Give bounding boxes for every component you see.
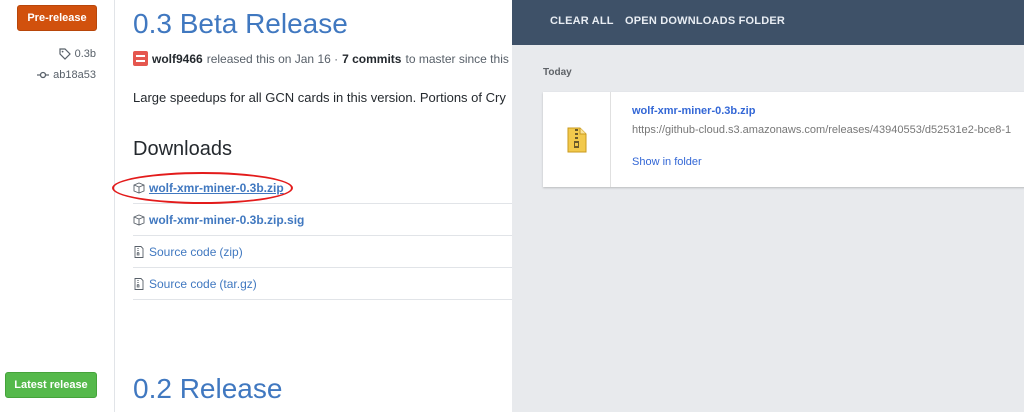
commit-link[interactable]: ab18a53 [37,69,96,81]
downloads-toolbar: CLEAR ALL OPEN DOWNLOADS FOLDER [512,0,1024,45]
package-icon [133,214,145,225]
author-link[interactable]: wolf9466 [152,52,203,66]
download-item[interactable]: Source code (zip) [133,236,512,268]
open-downloads-folder-button[interactable]: OPEN DOWNLOADS FOLDER [625,15,785,27]
pre-release-badge[interactable]: Pre-release [17,5,97,31]
source-format: (tar.gz) [219,276,257,291]
commit-hash: ab18a53 [53,69,96,81]
downloads-list: wolf-xmr-miner-0.3b.zip wolf-xmr-miner-0… [133,172,512,300]
release-sidebar: Pre-release 0.3b ab18a53 Latest release [0,0,115,412]
date-group-label: Today [543,67,572,78]
commit-icon [37,69,50,81]
download-link[interactable]: wolf-xmr-miner-0.3b.zip.sig [149,213,304,227]
clear-all-button[interactable]: CLEAR ALL [550,15,614,27]
downloaded-file-name[interactable]: wolf-xmr-miner-0.3b.zip [632,105,755,117]
source-format: (zip) [219,244,243,259]
download-item[interactable]: wolf-xmr-miner-0.3b.zip.sig [133,204,512,236]
zip-archive-icon [543,92,611,187]
source-code-link[interactable]: Source code [149,277,216,291]
latest-release-badge[interactable]: Latest release [5,372,97,398]
tag-icon [58,48,71,60]
download-card: wolf-xmr-miner-0.3b.zip https://github-c… [543,92,1024,187]
browser-downloads-page: CLEAR ALL OPEN DOWNLOADS FOLDER Today wo… [512,0,1024,412]
download-url: https://github-cloud.s3.amazonaws.com/re… [632,124,1012,136]
source-code-link[interactable]: Source code [149,245,216,259]
file-zip-icon [134,277,144,290]
screenshot-root: Pre-release 0.3b ab18a53 Latest release … [0,0,1024,412]
commits-suffix: to master since this re [405,51,512,66]
tag-name: 0.3b [74,48,96,60]
commits-link[interactable]: 7 commits [342,52,401,66]
github-release-page: Pre-release 0.3b ab18a53 Latest release … [0,0,512,412]
package-icon [133,182,145,193]
released-text: released this on Jan 16 · [206,51,339,66]
release-title[interactable]: 0.3 Beta Release [133,8,348,40]
release-byline: wolf9466 released this on Jan 16 · 7 com… [133,51,512,66]
file-zip-icon [134,245,144,258]
downloads-heading: Downloads [133,138,232,160]
release-description: Large speedups for all GCN cards in this… [133,90,506,105]
show-in-folder-link[interactable]: Show in folder [632,156,702,168]
download-link[interactable]: wolf-xmr-miner-0.3b.zip [149,181,284,195]
tag-link[interactable]: 0.3b [58,48,96,60]
next-release-title[interactable]: 0.2 Release [133,373,282,405]
download-item[interactable]: Source code (tar.gz) [133,268,512,300]
download-item[interactable]: wolf-xmr-miner-0.3b.zip [133,172,512,204]
avatar[interactable] [133,51,148,66]
